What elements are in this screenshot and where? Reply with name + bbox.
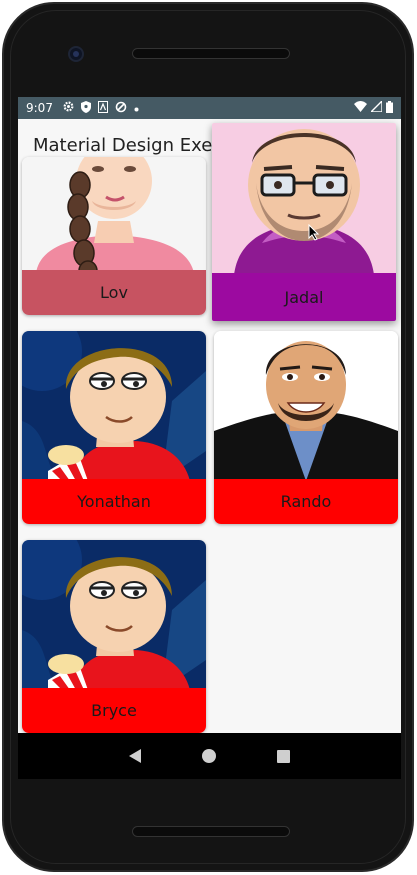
card-name: Yonathan: [77, 492, 151, 511]
avatar-image: [214, 331, 398, 481]
back-icon[interactable]: [128, 749, 141, 763]
recents-icon[interactable]: [277, 749, 291, 763]
card-label-band: Jadal: [212, 273, 396, 321]
shield-icon: [80, 100, 91, 116]
card-name: Lov: [100, 283, 128, 302]
card-label-band: Lov: [22, 270, 206, 315]
card-label-band: Yonathan: [22, 479, 206, 524]
status-time: 9:07: [26, 101, 53, 115]
signal-icon: [369, 99, 383, 115]
status-bar: 9:07: [18, 97, 401, 119]
avatar-image: [22, 157, 206, 273]
card-label-band: Bryce: [22, 688, 206, 733]
grid-card-lov[interactable]: Lov: [22, 157, 206, 315]
card-name: Rando: [280, 492, 332, 511]
home-icon[interactable]: [201, 749, 216, 763]
app-title: Material Design Exerc: [33, 135, 230, 156]
gear-icon: [63, 101, 74, 115]
front-camera: [68, 46, 84, 62]
navigation-bar: [18, 733, 401, 779]
card-name: Jadal: [284, 287, 324, 307]
card-label-band: Rando: [214, 479, 398, 524]
grid-card-jadal[interactable]: Jadal: [212, 123, 396, 321]
status-right-icons: [354, 99, 393, 116]
grid-card-rando[interactable]: Rando: [214, 331, 398, 524]
app-screen: 9:07 Material Design Exerc Lov Jadal Yon…: [18, 97, 401, 733]
grid-card-yonathan[interactable]: Yonathan: [22, 331, 206, 524]
grid-card-bryce[interactable]: Bryce: [22, 540, 206, 733]
avatar-image: [212, 123, 396, 275]
sync-icon: [115, 101, 127, 116]
mouse-cursor-icon: [308, 224, 320, 241]
wifi-icon: [354, 101, 367, 115]
card-name: Bryce: [91, 701, 137, 720]
avatar-image: [22, 331, 206, 481]
battery-icon: [386, 100, 393, 116]
dot-icon: [134, 101, 139, 115]
a-icon: [97, 100, 108, 116]
top-speaker: [132, 48, 290, 59]
bottom-speaker: [132, 826, 290, 837]
avatar-image: [22, 540, 206, 690]
